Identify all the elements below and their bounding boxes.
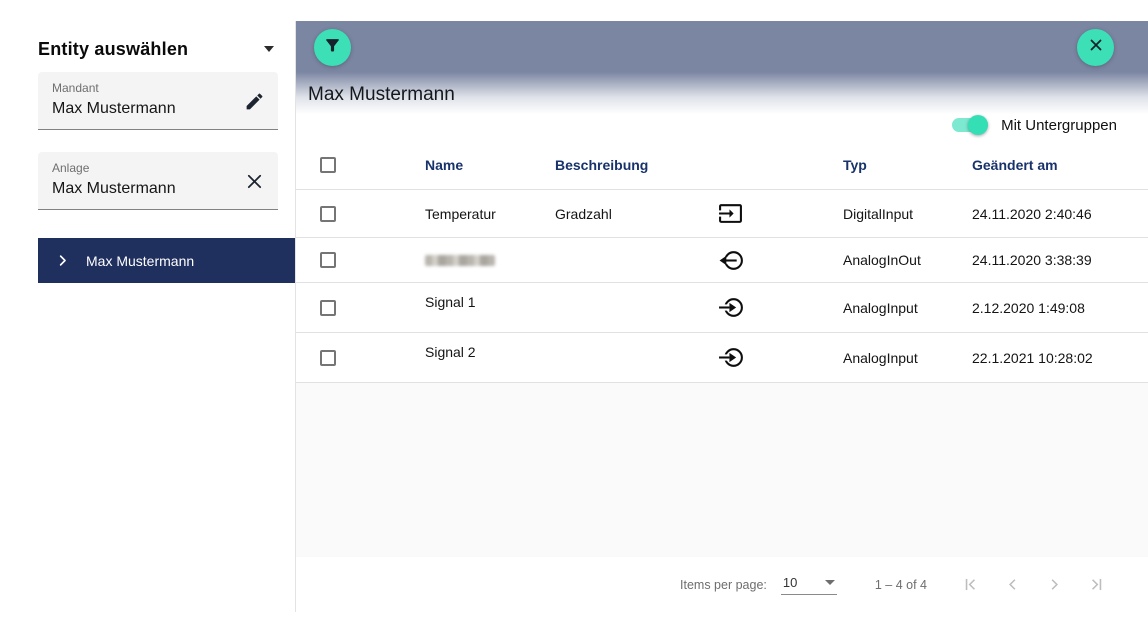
subgroups-toggle[interactable]: [950, 113, 990, 137]
arrow-into-circle-icon: [718, 345, 843, 370]
last-page-button[interactable]: [1087, 575, 1106, 594]
close-button[interactable]: [1077, 29, 1114, 66]
anlage-label: Anlage: [52, 161, 89, 175]
items-per-page-label: Items per page:: [680, 578, 767, 592]
sidebar-item-max-mustermann[interactable]: Max Mustermann: [38, 238, 295, 283]
caret-down-icon[interactable]: [264, 46, 274, 52]
column-header-geaendert-am: Geändert am: [972, 157, 1148, 173]
cell-name-redacted: [425, 255, 555, 266]
edit-icon[interactable]: [242, 89, 266, 113]
row-checkbox[interactable]: [320, 206, 336, 222]
paginator-range-label: 1 – 4 of 4: [875, 578, 927, 592]
first-page-button[interactable]: [961, 575, 980, 594]
arrow-into-circle-icon: [718, 295, 843, 320]
tree-item-label: Max Mustermann: [86, 253, 194, 269]
filter-button[interactable]: [314, 29, 351, 66]
entity-table-panel: Max Mustermann Mit Untergruppen Name Bes…: [296, 21, 1148, 612]
chevron-right-icon[interactable]: [55, 253, 70, 268]
entity-select-header[interactable]: Entity auswählen: [38, 36, 274, 62]
redacted-name-blur: [425, 255, 495, 266]
page-size-value: 10: [783, 575, 797, 590]
cell-name: Temperatur: [425, 206, 555, 222]
cell-name: Signal 2: [425, 333, 555, 360]
entity-sidebar: Entity auswählen Mandant Max Mustermann …: [0, 0, 295, 635]
table-empty-area: [296, 383, 1148, 557]
column-header-name: Name: [425, 157, 555, 173]
arrow-out-of-circle-icon: [718, 248, 843, 273]
close-icon: [1087, 36, 1105, 59]
entity-table: Name Beschreibung Typ Geändert am Temper…: [296, 140, 1148, 383]
column-header-beschreibung: Beschreibung: [555, 157, 718, 173]
panel-title: Max Mustermann: [308, 84, 455, 106]
cell-name: Signal 1: [425, 283, 555, 310]
table-row[interactable]: Temperatur Gradzahl DigitalInput 24.11.2…: [296, 190, 1148, 238]
subgroups-toggle-label: Mit Untergruppen: [1001, 117, 1117, 134]
table-row[interactable]: Signal 2 AnalogInput 22.1.2021 10:28:02: [296, 333, 1148, 383]
next-page-button[interactable]: [1045, 575, 1064, 594]
sidebar-title: Entity auswählen: [38, 39, 188, 60]
table-row[interactable]: Signal 1 AnalogInput 2.12.2020 1:49:08: [296, 283, 1148, 333]
cell-geaendert-am: 22.1.2021 10:28:02: [972, 350, 1148, 366]
previous-page-button[interactable]: [1003, 575, 1022, 594]
row-checkbox[interactable]: [320, 300, 336, 316]
cell-typ: AnalogInput: [843, 300, 972, 316]
select-all-checkbox[interactable]: [320, 157, 336, 173]
select-caret-icon: [825, 580, 835, 585]
subgroups-toggle-row: Mit Untergruppen: [950, 112, 1117, 138]
mandant-label: Mandant: [52, 81, 99, 95]
header-checkbox-cell: [296, 157, 425, 173]
cell-geaendert-am: 24.11.2020 2:40:46: [972, 206, 1148, 222]
cell-beschreibung: Gradzahl: [555, 206, 718, 222]
toggle-thumb[interactable]: [968, 115, 988, 135]
mandant-value: Max Mustermann: [52, 100, 176, 118]
paginator: Items per page: 10 1 – 4 of 4: [296, 557, 1148, 612]
row-checkbox[interactable]: [320, 252, 336, 268]
anlage-field[interactable]: Anlage Max Mustermann: [38, 152, 278, 210]
paginator-nav: [961, 575, 1106, 594]
cell-typ: AnalogInput: [843, 350, 972, 366]
panel-top-bar: [296, 21, 1148, 72]
page-size-select[interactable]: 10: [781, 575, 837, 595]
table-row[interactable]: AnalogInOut 24.11.2020 3:38:39: [296, 238, 1148, 283]
input-icon: [718, 201, 843, 226]
cell-typ: AnalogInOut: [843, 252, 972, 268]
filter-icon: [323, 36, 342, 60]
mandant-field[interactable]: Mandant Max Mustermann: [38, 72, 278, 130]
table-header-row: Name Beschreibung Typ Geändert am: [296, 140, 1148, 190]
cell-geaendert-am: 24.11.2020 3:38:39: [972, 252, 1148, 268]
cell-typ: DigitalInput: [843, 206, 972, 222]
row-checkbox[interactable]: [320, 350, 336, 366]
cell-geaendert-am: 2.12.2020 1:49:08: [972, 300, 1148, 316]
anlage-value: Max Mustermann: [52, 180, 176, 198]
column-header-typ: Typ: [843, 157, 972, 173]
clear-icon[interactable]: [242, 169, 266, 193]
